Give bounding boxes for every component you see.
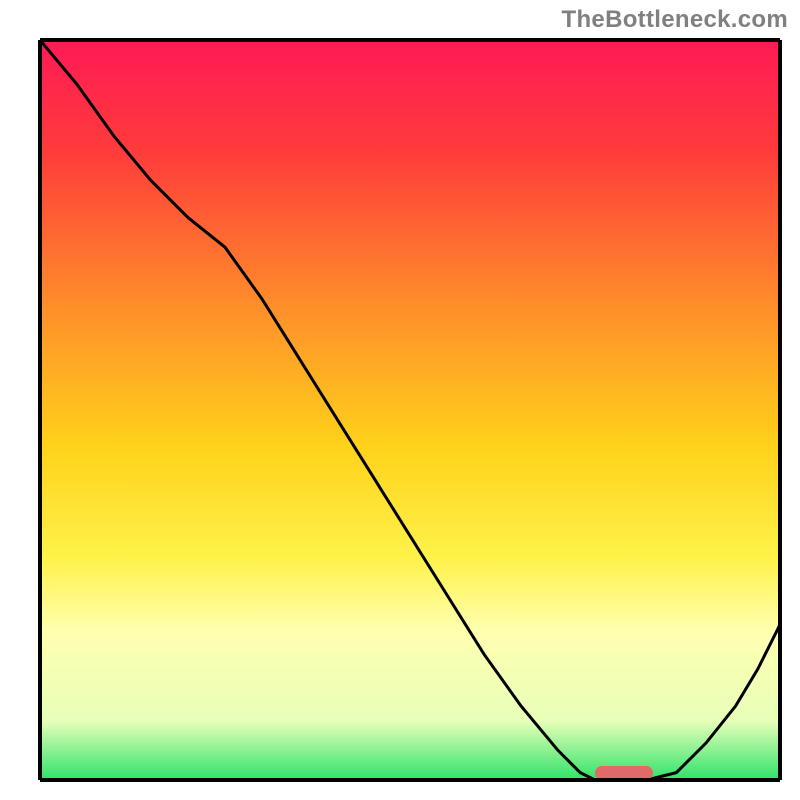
plot-background bbox=[40, 40, 780, 780]
chart-container: { "watermark": "TheBottleneck.com", "plo… bbox=[0, 0, 800, 800]
watermark-text: TheBottleneck.com bbox=[562, 6, 788, 34]
chart-svg bbox=[0, 0, 800, 800]
optimal-marker bbox=[595, 766, 653, 780]
